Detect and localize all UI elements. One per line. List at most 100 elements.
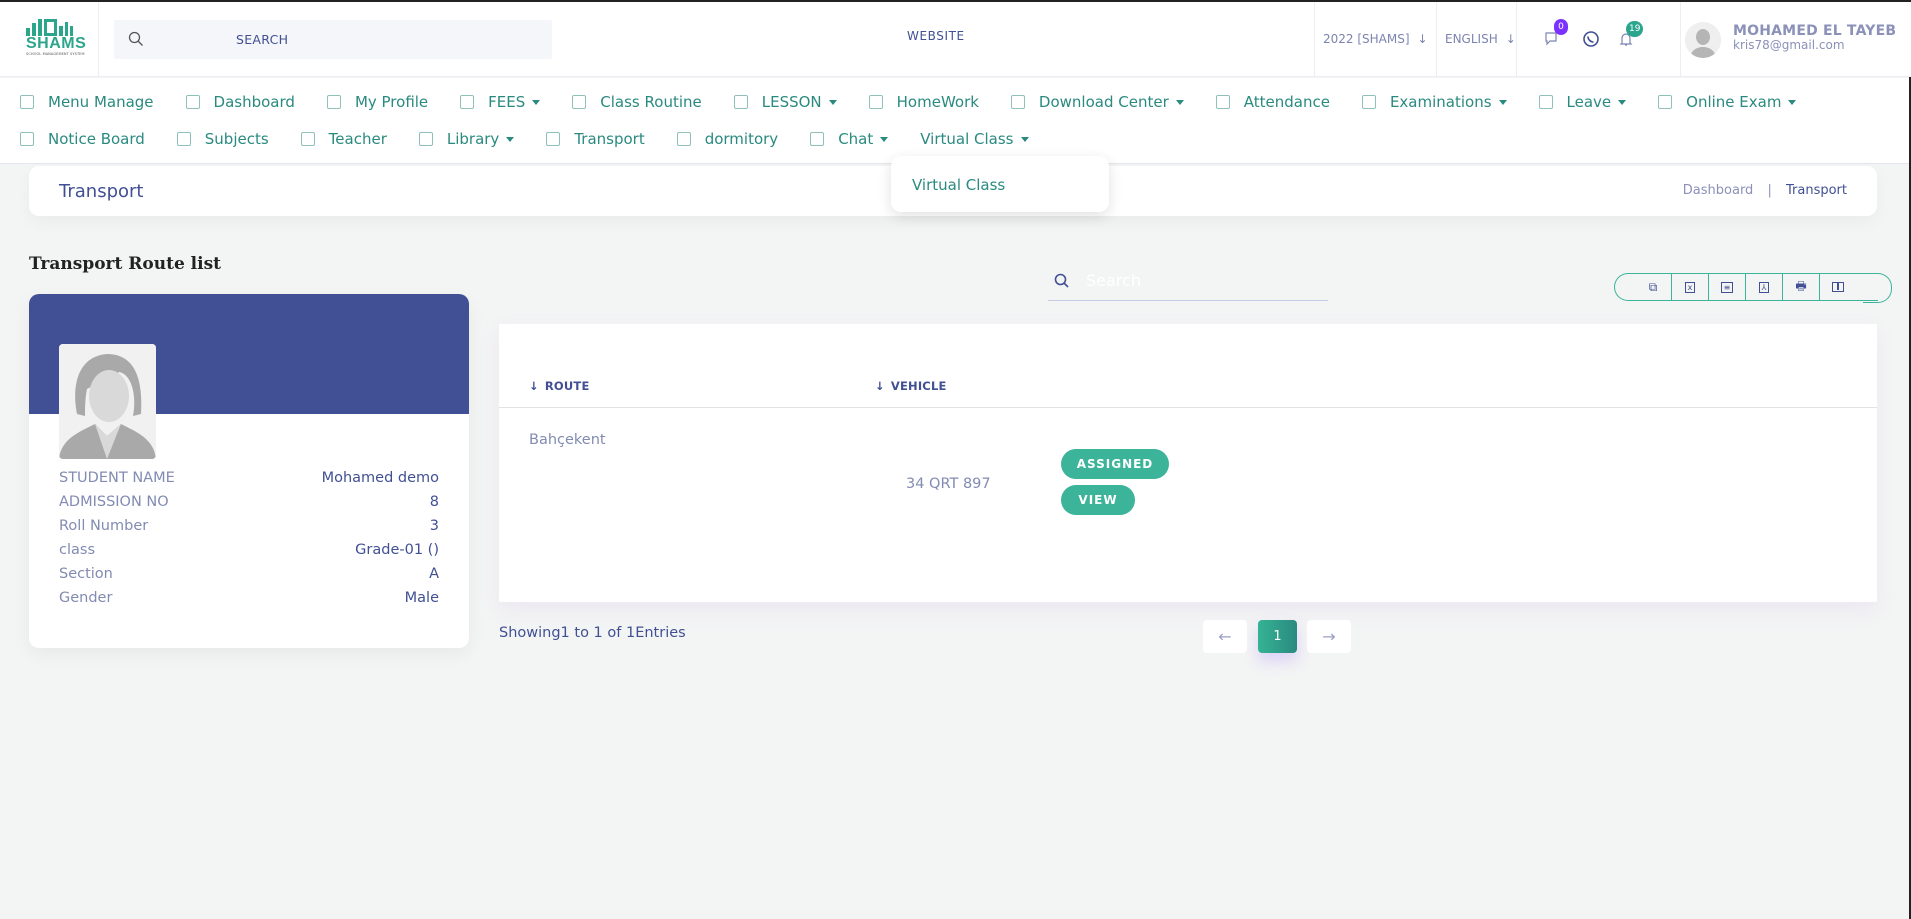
user-gear-icon [20,95,34,109]
nav-label: HomeWork [897,93,979,111]
info-value: Male [405,590,439,606]
divider [98,2,99,77]
csv-icon: ≡ [1721,282,1734,293]
bed-icon [1539,95,1553,109]
section-title: Transport Route list [29,254,221,274]
dropdown-item-virtual-class[interactable]: Virtual Class [912,176,1005,194]
nav-item-teacher[interactable]: Teacher [301,130,387,148]
divider [1436,2,1437,77]
language-select[interactable]: ENGLISH ↓ [1445,32,1516,46]
info-label: Gender [59,590,112,606]
nav-item-menu-manage[interactable]: Menu Manage [20,93,154,111]
clipboard-edit-icon [327,95,341,109]
shams-logo[interactable]: SHAMS SCHOOL MANAGEMENT SYSTEM [26,16,86,60]
website-link[interactable]: WEBSITE [907,29,965,43]
nav-item-leave[interactable]: Leave [1539,93,1627,111]
nav-item-homework[interactable]: HomeWork [869,93,979,111]
breadcrumb-current: Transport [1786,183,1847,198]
column-header-route[interactable]: ↓ROUTE [529,379,590,393]
student-info-row: classGrade-01 () [59,542,439,558]
clipboard-edit-icon [186,95,200,109]
pdf-icon: ⅄ [1759,282,1770,293]
main-nav: Menu Manage Dashboard My Profile FEES Class … [0,78,1909,164]
nav-label: Attendance [1244,93,1330,111]
caret-down-icon [880,137,888,142]
print-icon: 🖶 [1795,277,1806,298]
nav-label: Notice Board [48,130,145,148]
nav-label: dormitory [705,130,778,148]
nav-label: Library [447,130,499,148]
nav-item-dashboard[interactable]: Dashboard [186,93,295,111]
breadcrumb-dashboard[interactable]: Dashboard [1683,183,1754,198]
nav-item-examinations[interactable]: Examinations [1362,93,1507,111]
top-bar: SHAMS SCHOOL MANAGEMENT SYSTEM SEARCH WE… [0,2,1911,77]
homework-icon [869,95,883,109]
nav-item-download-center[interactable]: Download Center [1011,93,1184,111]
entries-info: Showing1 to 1 of 1Entries [499,625,686,641]
nav-label: Virtual Class [920,130,1013,148]
student-info-row: ADMISSION NO8 [59,494,439,510]
info-label: class [59,542,95,558]
arrow-right-icon: → [1322,627,1335,646]
student-card: STUDENT NAMEMohamed demo ADMISSION NO8 Rol… [29,294,469,648]
student-info-row: Gender Male [59,590,439,606]
page-title: Transport [59,181,143,202]
view-button[interactable]: VIEW [1061,485,1135,515]
bus-icon [546,132,560,146]
student-info-row: Roll Number3 [59,518,439,534]
route-cell: Bahçekent [529,432,606,448]
user-email: kris78@gmail.com [1733,38,1845,52]
nav-label: Transport [574,130,644,148]
pdf-button[interactable]: ⅄ [1745,274,1782,300]
nav-label: Leave [1567,93,1612,111]
columns-icon [1832,282,1844,292]
notifications-button[interactable]: 19 [1618,31,1634,51]
copy-button[interactable]: ⧉ [1635,274,1671,300]
global-search[interactable]: SEARCH [114,20,552,59]
next-page-button[interactable]: → [1307,620,1351,653]
nav-item-transport[interactable]: Transport [546,130,644,148]
table-search-field[interactable]: Search [1048,264,1328,301]
sort-arrow-icon: ↓ [875,379,885,393]
vehicle-cell: 34 QRT 897 [906,476,991,492]
caret-down-icon [1618,100,1626,105]
divider [1314,2,1315,77]
nav-item-fees[interactable]: FEES [460,93,540,111]
nav-item-online-exam[interactable]: Online Exam [1658,93,1796,111]
messages-button[interactable]: 0 [1544,31,1560,51]
arrow-down-icon: ↓ [1506,32,1516,46]
notifications-badge: 19 [1626,21,1643,37]
nav-item-dormitory[interactable]: dormitory [677,130,778,148]
prev-page-button[interactable]: ← [1203,620,1247,653]
nav-item-my-profile[interactable]: My Profile [327,93,428,111]
caret-down-icon [532,100,540,105]
document-icon [810,132,824,146]
assigned-button[interactable]: ASSIGNED [1061,449,1169,479]
nav-item-chat[interactable]: Chat [810,130,888,148]
nav-item-attendance[interactable]: Attendance [1216,93,1330,111]
session-select[interactable]: 2022 [SHAMS] ↓ [1323,32,1428,46]
columns-button[interactable] [1819,274,1856,300]
info-label: Roll Number [59,518,148,534]
logo-word: SHAMS [26,36,86,52]
nav-item-library[interactable]: Library [419,130,514,148]
search-label: SEARCH [236,32,288,47]
nav-item-notice-board[interactable]: Notice Board [20,130,145,148]
nav-item-virtual-class[interactable]: Virtual Class [920,130,1028,148]
csv-button[interactable]: ≡ [1708,274,1745,300]
student-info-row: STUDENT NAMEMohamed demo [59,470,439,486]
teacher-icon [301,132,315,146]
nav-item-lesson[interactable]: LESSON [734,93,837,111]
nav-item-subjects[interactable]: Subjects [177,130,269,148]
whatsapp-button[interactable] [1582,30,1600,52]
print-button[interactable]: 🖶 [1782,274,1819,300]
user-avatar[interactable] [1685,22,1721,58]
page-1-button[interactable]: 1 [1258,620,1297,653]
caret-down-icon [506,137,514,142]
info-value: A [429,566,439,582]
nav-item-class-routine[interactable]: Class Routine [572,93,701,111]
excel-button[interactable]: x [1671,274,1708,300]
column-label: ROUTE [545,379,590,393]
column-header-vehicle[interactable]: ↓VEHICLE [875,379,947,393]
nav-row-2: Notice Board Subjects Teacher Library Transp… [20,127,1061,151]
